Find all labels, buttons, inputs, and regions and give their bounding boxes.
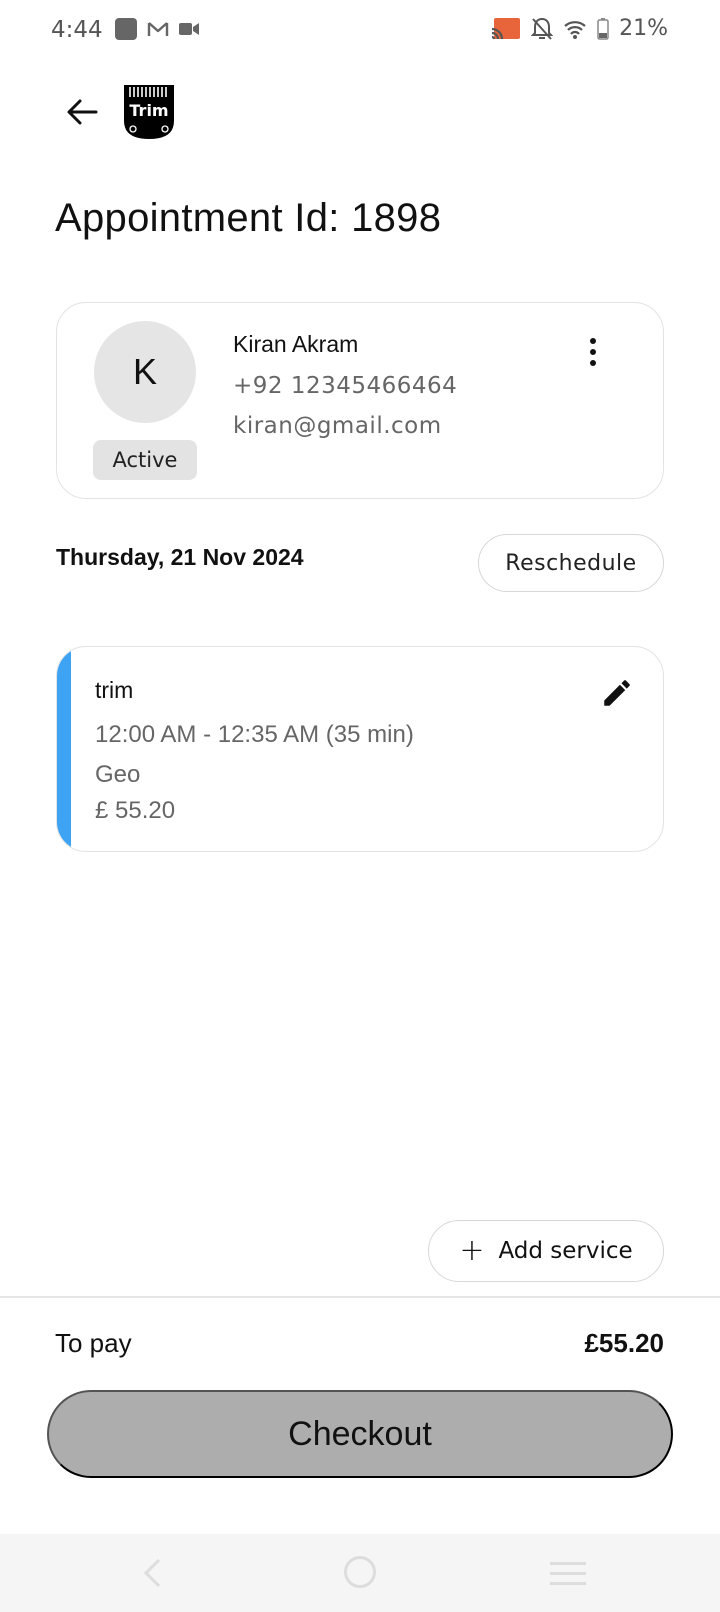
service-card[interactable]: trim 12:00 AM - 12:35 AM (35 min) Geo £ … xyxy=(56,646,664,852)
status-bar: 4:44 21% xyxy=(0,0,720,62)
customer-email[interactable]: kiran@gmail.com xyxy=(233,413,442,439)
gmail-icon xyxy=(147,22,169,36)
divider xyxy=(0,1296,720,1298)
system-nav-bar xyxy=(0,1534,720,1612)
app-logo: Trim xyxy=(122,83,176,141)
page-title: Appointment Id: 1898 xyxy=(55,196,442,240)
avatar: K xyxy=(94,321,196,423)
service-name: trim xyxy=(95,677,134,703)
add-service-button[interactable]: + Add service xyxy=(428,1220,664,1282)
to-pay-label: To pay xyxy=(55,1328,132,1358)
notification-icons xyxy=(115,18,199,40)
to-pay-amount: £55.20 xyxy=(584,1328,664,1358)
nav-home-icon[interactable] xyxy=(344,1556,376,1588)
more-vertical-icon[interactable] xyxy=(577,333,609,371)
service-accent-bar xyxy=(57,647,71,851)
nav-recents-icon[interactable] xyxy=(550,1562,586,1585)
status-time: 4:44 xyxy=(51,17,103,43)
service-time: 12:00 AM - 12:35 AM (35 min) xyxy=(95,721,414,748)
video-camera-icon xyxy=(179,23,199,35)
back-button[interactable] xyxy=(60,90,104,134)
customer-name: Kiran Akram xyxy=(233,331,359,357)
notifications-off-icon xyxy=(531,17,554,40)
pencil-icon xyxy=(604,680,630,706)
nav-back-icon[interactable] xyxy=(142,1558,162,1588)
wifi-icon xyxy=(564,20,586,39)
battery-percentage: 21% xyxy=(619,16,668,41)
app-square-icon xyxy=(115,18,137,40)
cast-icon xyxy=(491,17,521,39)
arrow-left-icon xyxy=(67,99,98,125)
system-icons: 21% xyxy=(491,16,668,41)
status-badge: Active xyxy=(93,440,197,480)
service-price: £ 55.20 xyxy=(95,797,176,824)
logo-text: Trim xyxy=(129,101,168,120)
reschedule-button[interactable]: Reschedule xyxy=(478,534,664,592)
add-service-label: Add service xyxy=(498,1238,633,1264)
customer-card: K Active Kiran Akram +92 12345466464 kir… xyxy=(56,302,664,499)
appointment-date: Thursday, 21 Nov 2024 xyxy=(56,544,304,570)
battery-icon xyxy=(597,17,609,40)
edit-service-button[interactable] xyxy=(597,673,637,713)
service-staff: Geo xyxy=(95,761,141,788)
customer-phone[interactable]: +92 12345466464 xyxy=(233,373,457,399)
checkout-button[interactable]: Checkout xyxy=(47,1390,673,1478)
plus-icon: + xyxy=(459,1233,485,1268)
